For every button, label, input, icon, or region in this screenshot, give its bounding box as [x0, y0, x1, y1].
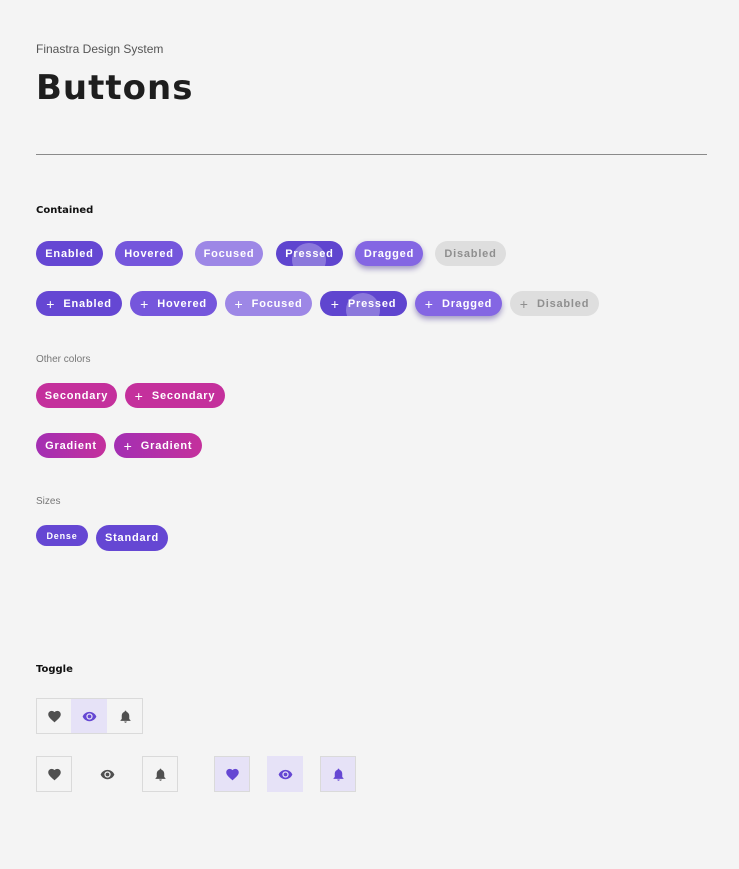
design-system-label: Finastra Design System: [36, 42, 164, 56]
toggle-eye-selected-standalone[interactable]: [267, 756, 303, 792]
icon-button-pressed[interactable]: + Pressed: [320, 291, 407, 316]
button-label: Focused: [251, 297, 303, 310]
plus-icon: +: [134, 387, 143, 404]
button-secondary[interactable]: Secondary: [36, 383, 117, 408]
toggle-heart-selected[interactable]: [214, 756, 250, 792]
button-label: Gradient: [45, 439, 97, 452]
heart-icon: [47, 768, 61, 780]
button-label: Gradient: [140, 439, 193, 452]
icon-button-hovered[interactable]: + Hovered: [130, 291, 217, 316]
button-label: Disabled: [536, 297, 590, 310]
icon-button-focused[interactable]: + Focused: [225, 291, 312, 316]
section-heading-contained: Contained: [36, 205, 94, 216]
button-label: Hovered: [157, 297, 207, 310]
bell-icon: [155, 768, 165, 781]
plus-icon: +: [123, 437, 132, 454]
toggle-eye-standalone[interactable]: [89, 756, 125, 792]
button-pressed[interactable]: Pressed: [276, 241, 343, 266]
plus-icon: +: [519, 295, 528, 312]
page-title: Buttons: [36, 68, 194, 108]
section-heading-other-colors: Other colors: [36, 354, 91, 365]
button-label: Hovered: [124, 247, 174, 260]
toggle-bell[interactable]: [107, 698, 143, 734]
button-label: Enabled: [45, 247, 94, 260]
toggle-heart-standalone[interactable]: [36, 756, 72, 792]
button-label: Focused: [203, 247, 255, 260]
button-label: Secondary: [44, 389, 109, 402]
button-enabled[interactable]: Enabled: [36, 241, 103, 266]
icon-button-secondary[interactable]: + Secondary: [125, 383, 225, 408]
toggle-bell-standalone[interactable]: [142, 756, 178, 792]
plus-icon: +: [424, 295, 433, 312]
button-label: Dense: [46, 530, 78, 541]
heart-icon: [225, 768, 239, 780]
plus-icon: +: [46, 295, 55, 312]
button-hovered[interactable]: Hovered: [115, 241, 183, 266]
toggle-eye-selected[interactable]: [71, 699, 107, 733]
bell-icon: [333, 768, 343, 781]
button-label: Pressed: [347, 297, 397, 310]
button-label: Secondary: [151, 389, 216, 402]
heart-icon: [47, 710, 61, 722]
bell-icon: [120, 710, 130, 723]
plus-icon: +: [330, 295, 339, 312]
button-dragged[interactable]: Dragged: [355, 241, 423, 266]
icon-button-disabled: + Disabled: [510, 291, 599, 316]
button-focused[interactable]: Focused: [195, 241, 263, 266]
toggle-bell-selected[interactable]: [320, 756, 356, 792]
eye-icon: [100, 769, 114, 779]
toggle-heart[interactable]: [36, 698, 72, 734]
section-heading-toggle: Toggle: [36, 664, 73, 675]
icon-button-dragged[interactable]: + Dragged: [415, 291, 502, 316]
button-disabled: Disabled: [435, 241, 506, 266]
title-divider: [36, 154, 707, 155]
icon-button-gradient[interactable]: + Gradient: [114, 433, 202, 458]
button-gradient[interactable]: Gradient: [36, 433, 106, 458]
eye-icon: [82, 711, 96, 721]
button-label: Dragged: [363, 247, 415, 260]
button-label: Dragged: [441, 297, 493, 310]
button-label: Enabled: [63, 297, 112, 310]
button-standard[interactable]: Standard: [96, 525, 168, 551]
eye-icon: [278, 769, 292, 779]
plus-icon: +: [234, 295, 243, 312]
button-dense[interactable]: Dense: [36, 525, 88, 546]
section-heading-sizes: Sizes: [36, 496, 61, 507]
button-label: Pressed: [285, 247, 334, 260]
button-label: Disabled: [444, 247, 497, 260]
icon-button-enabled[interactable]: + Enabled: [36, 291, 122, 316]
plus-icon: +: [140, 295, 149, 312]
button-label: Standard: [104, 532, 160, 544]
